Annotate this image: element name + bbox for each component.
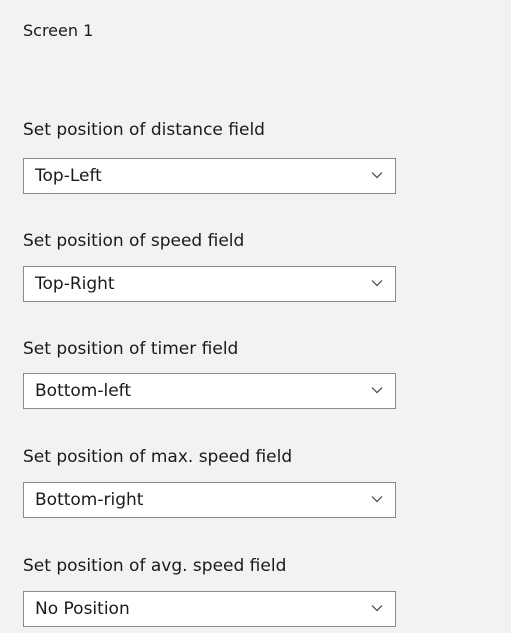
distance-position-dropdown[interactable]: Top-Left	[23, 158, 396, 194]
max-speed-field-label: Set position of max. speed field	[23, 447, 293, 467]
settings-panel: Screen 1 Set position of distance field …	[0, 0, 511, 633]
timer-position-dropdown[interactable]: Bottom-left	[23, 373, 396, 409]
speed-position-dropdown[interactable]: Top-Right	[23, 266, 396, 302]
max-speed-position-dropdown[interactable]: Bottom-right	[23, 482, 396, 518]
distance-position-value: Top-Left	[35, 166, 102, 186]
speed-position-value: Top-Right	[35, 274, 115, 294]
timer-position-value: Bottom-left	[35, 381, 132, 401]
chevron-down-icon	[371, 279, 383, 287]
screen-title: Screen 1	[23, 21, 94, 40]
avg-speed-field-label: Set position of avg. speed field	[23, 556, 287, 576]
chevron-down-icon	[371, 171, 383, 179]
max-speed-position-value: Bottom-right	[35, 490, 144, 510]
speed-field-label: Set position of speed field	[23, 231, 245, 251]
chevron-down-icon	[371, 386, 383, 394]
distance-field-label: Set position of distance field	[23, 120, 265, 140]
avg-speed-position-dropdown[interactable]: No Position	[23, 591, 396, 627]
timer-field-label: Set position of timer field	[23, 339, 239, 359]
chevron-down-icon	[371, 604, 383, 612]
chevron-down-icon	[371, 495, 383, 503]
avg-speed-position-value: No Position	[35, 599, 130, 619]
